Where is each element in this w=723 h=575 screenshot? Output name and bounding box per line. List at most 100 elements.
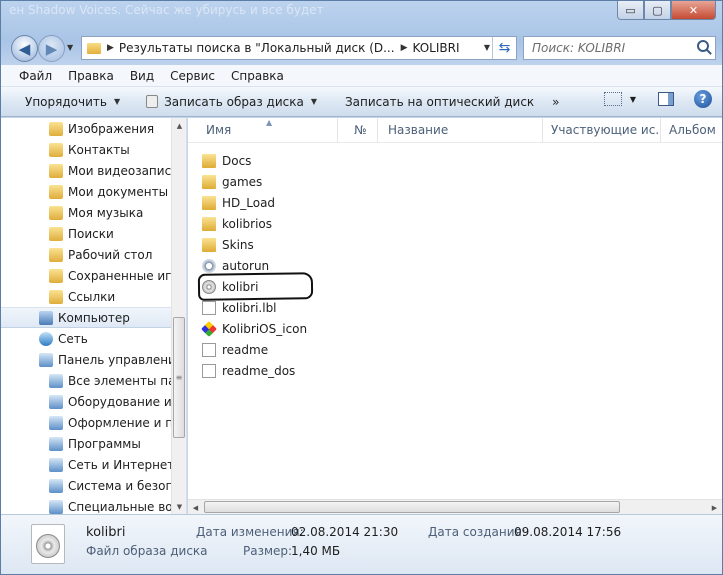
folder-icon: [49, 247, 63, 262]
file-row[interactable]: games: [202, 171, 522, 192]
nav-item[interactable]: Изображения: [1, 118, 171, 139]
file-name: kolibri.lbl: [222, 300, 277, 315]
refresh-button[interactable]: ⇆: [492, 37, 516, 59]
file-row[interactable]: readme_dos: [202, 360, 522, 381]
menu-file[interactable]: Файл: [11, 66, 60, 86]
file-name: autorun: [222, 258, 270, 273]
control-panel-icon: [39, 352, 53, 367]
nav-item[interactable]: Моя музыка: [1, 202, 171, 223]
search-box[interactable]: Поиск: KOLIBRI: [523, 36, 716, 60]
burn-disc-label: Записать на оптический диск: [344, 94, 535, 109]
minimize-button[interactable]: ▭: [617, 1, 644, 20]
folder-icon: [49, 184, 63, 199]
created-label: Дата создания:: [428, 525, 526, 539]
nav-item-label: Мои документы: [68, 184, 169, 199]
file-row[interactable]: kolibri.lbl: [202, 297, 522, 318]
burn-image-button[interactable]: Записать образ диска ▼: [138, 90, 325, 114]
nav-item[interactable]: Панель управления: [1, 349, 171, 370]
nav-item[interactable]: Все элементы пане: [1, 370, 171, 391]
nav-item[interactable]: Поиски: [1, 223, 171, 244]
nav-item[interactable]: Сеть: [1, 328, 171, 349]
file-row[interactable]: KolibriOS_icon: [201, 318, 522, 339]
column-header-title[interactable]: Название: [378, 118, 543, 143]
file-row[interactable]: HD_Load: [202, 192, 522, 213]
burn-disc-button[interactable]: Записать на оптический диск: [337, 90, 542, 114]
document-icon: [202, 363, 216, 378]
nav-item[interactable]: Оборудование и з: [1, 391, 171, 412]
nav-item-label: Сохраненные игры: [68, 268, 171, 283]
address-bar[interactable]: ▶ Результаты поиска в "Локальный диск (D…: [81, 36, 517, 60]
nav-item[interactable]: Рабочий стол: [1, 244, 171, 265]
back-button[interactable]: ◀: [11, 35, 38, 62]
maximize-button[interactable]: ▢: [644, 1, 671, 20]
nav-item[interactable]: Ссылки: [1, 286, 171, 307]
folder-icon: [49, 205, 63, 220]
folder-icon: [49, 121, 63, 136]
breadcrumb-separator-icon[interactable]: ▶: [107, 43, 114, 53]
folder-icon: [202, 237, 216, 252]
search-icon[interactable]: [697, 40, 709, 52]
column-header-number[interactable]: №: [338, 118, 378, 143]
document-icon: [202, 300, 216, 315]
column-header-name[interactable]: ▲ Имя: [188, 118, 338, 143]
app-icon: [201, 320, 217, 337]
scroll-up-icon[interactable]: ▲: [172, 118, 186, 133]
menu-tools[interactable]: Сервис: [162, 66, 223, 86]
scroll-left-icon[interactable]: ◀: [188, 500, 203, 514]
horizontal-scroll-thumb[interactable]: [204, 501, 620, 513]
scroll-down-icon[interactable]: ▼: [172, 499, 186, 514]
file-row[interactable]: Skins: [202, 234, 522, 255]
control-panel-icon: [49, 415, 63, 430]
file-row[interactable]: Docs: [202, 150, 522, 171]
menu-edit[interactable]: Правка: [60, 66, 122, 86]
close-button[interactable]: ✕: [671, 1, 716, 20]
nav-item[interactable]: Сохраненные игры: [1, 265, 171, 286]
nav-item[interactable]: Контакты: [1, 139, 171, 160]
nav-item[interactable]: Система и безопа: [1, 475, 171, 496]
nav-item[interactable]: Мои документы: [1, 181, 171, 202]
nav-vertical-scrollbar[interactable]: ▲ ≡ ▼: [171, 118, 186, 514]
file-row[interactable]: readme: [202, 339, 522, 360]
nav-item-label: Моя музыка: [68, 205, 144, 220]
scroll-right-icon[interactable]: ▶: [707, 500, 722, 514]
file-row[interactable]: kolibrios: [202, 213, 522, 234]
breadcrumb-search-results[interactable]: Результаты поиска в "Локальный диск (D..…: [119, 41, 395, 55]
breadcrumb-separator-icon[interactable]: ▶: [401, 43, 408, 53]
details-pane: kolibri Файл образа диска Дата изменения…: [1, 514, 722, 574]
column-header-artists[interactable]: Участвующие ис...: [543, 118, 661, 143]
files: Docs games HD_Load kolibrios Skins autorun kol…: [197, 150, 522, 381]
nav-item-label: Изображения: [68, 121, 155, 136]
nav-item[interactable]: Мои видеозаписи: [1, 160, 171, 181]
nav-item[interactable]: Оформление и пе: [1, 412, 171, 433]
nav-item-label: Сеть и Интернет: [68, 457, 171, 472]
organize-button[interactable]: Упорядочить ▼: [17, 90, 128, 114]
nav-item[interactable]: Специальные воз: [1, 496, 171, 514]
breadcrumb-kolibri[interactable]: KOLIBRI: [412, 41, 459, 55]
file-row[interactable]: kolibri: [197, 272, 522, 301]
menu-view[interactable]: Вид: [122, 66, 162, 86]
menu-help[interactable]: Справка: [223, 66, 292, 86]
scroll-thumb[interactable]: ≡: [173, 317, 185, 438]
horizontal-scrollbar[interactable]: ◀ ▶: [188, 499, 722, 514]
modified-label: Дата изменения:: [196, 525, 304, 539]
nav-item[interactable]: Сеть и Интернет: [1, 454, 171, 475]
view-options-dropdown-icon[interactable]: ▼: [630, 95, 636, 104]
title-bar[interactable]: ен Shadow Voices. Сейчас же убирусь и вс…: [1, 1, 722, 31]
control-panel-icon: [49, 478, 63, 493]
nav-item[interactable]: Компьютер: [1, 307, 171, 328]
change-view-icon[interactable]: [603, 92, 622, 106]
recent-pages-dropdown[interactable]: ▼: [67, 43, 73, 52]
forward-button[interactable]: ▶: [38, 35, 65, 62]
nav-item[interactable]: Программы: [1, 433, 171, 454]
created-value: 09.08.2014 17:56: [514, 525, 622, 539]
column-headers: ▲ Имя № Название Участвующие ис... Альбо…: [188, 118, 722, 143]
navigation-bar: ◀ ▶ ▼ ▶ Результаты поиска в "Локальный д…: [1, 31, 722, 65]
folder-icon: [49, 289, 63, 304]
nav-item-label: Специальные воз: [68, 499, 171, 514]
help-icon[interactable]: ?: [694, 90, 712, 108]
address-dropdown-icon[interactable]: ▼: [484, 43, 490, 52]
preview-pane-icon[interactable]: [658, 92, 674, 106]
search-input[interactable]: Поиск: KOLIBRI: [532, 41, 625, 55]
column-header-album[interactable]: Альбом: [661, 118, 722, 143]
more-commands-button[interactable]: »: [544, 90, 567, 114]
